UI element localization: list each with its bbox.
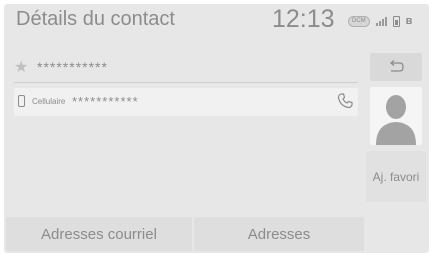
header-bar: Détails du contact 12:13 DCM ʙ [4,4,429,48]
avatar [370,87,422,145]
phone-type-label: Cellulaire [32,97,66,106]
person-silhouette-icon [376,95,416,145]
phone-number-row[interactable]: Cellulaire *********** [14,88,358,116]
star-icon[interactable]: ★ [14,57,28,77]
phone-number: *********** [72,94,139,109]
clock: 12:13 [272,5,335,33]
contact-name-row: ★ *********** [14,56,358,80]
battery-icon [392,15,400,27]
email-addresses-button[interactable]: Adresses courriel [6,217,192,251]
divider [14,82,358,83]
status-icons: DCM ʙ [348,14,412,28]
signal-bars-icon [375,16,387,26]
dcm-badge: DCM [348,15,370,27]
phone-handset-icon[interactable] [336,92,354,110]
bluetooth-icon: ʙ [405,15,413,27]
return-arrow-icon [389,60,404,72]
add-favorite-button[interactable]: Aj. favori [366,151,426,202]
contact-details-screen: Détails du contact 12:13 DCM ʙ ★ *******… [4,4,429,253]
contact-name: *********** [37,59,108,75]
page-title: Détails du contact [16,8,175,30]
addresses-button[interactable]: Adresses [194,217,364,251]
bottom-buttons: Adresses courriel Adresses [6,217,422,251]
back-button[interactable] [370,53,422,81]
mobile-phone-icon [18,95,25,107]
